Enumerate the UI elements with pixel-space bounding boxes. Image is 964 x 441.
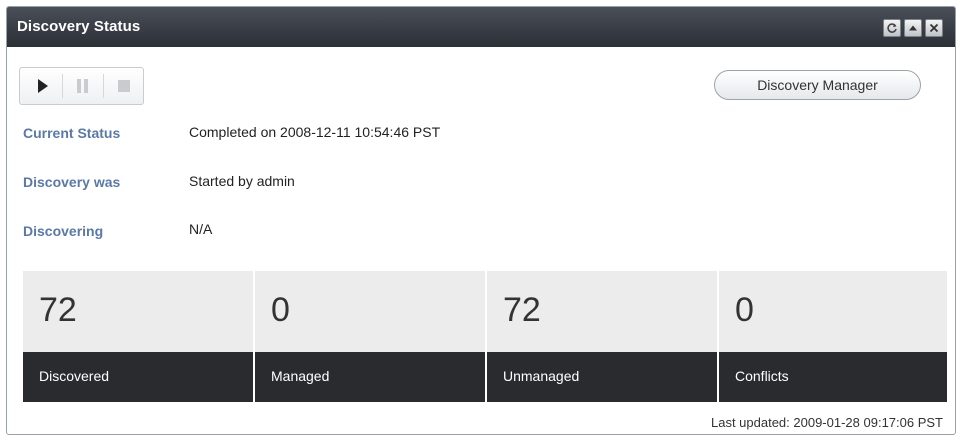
discovery-stats: 72 Discovered 0 Managed 72 Unmanaged 0 C… <box>23 271 947 402</box>
stop-button[interactable] <box>104 68 144 104</box>
stat-conflicts[interactable]: 0 Conflicts <box>719 271 947 402</box>
pause-icon <box>77 79 88 93</box>
stat-label: Discovered <box>39 368 110 384</box>
discovering-label: Discovering <box>23 223 104 239</box>
stat-label: Conflicts <box>735 368 789 384</box>
stat-value: 0 <box>735 291 754 329</box>
play-icon <box>38 79 48 93</box>
stat-managed[interactable]: 0 Managed <box>255 271 485 402</box>
current-status-label: Current Status <box>23 125 121 141</box>
panel-title-bar: Discovery Status <box>7 7 955 47</box>
discovery-was-label: Discovery was <box>23 174 121 190</box>
collapse-icon <box>909 25 917 31</box>
discovery-status-panel: Discovery Status Discovery Manager Curre… <box>6 6 956 435</box>
play-button[interactable] <box>22 68 62 104</box>
stat-value: 72 <box>39 291 77 329</box>
pause-button[interactable] <box>63 68 103 104</box>
discovery-was-value: Started by admin <box>189 173 295 189</box>
refresh-icon <box>887 23 897 33</box>
stat-label: Unmanaged <box>503 368 580 384</box>
close-icon <box>929 23 939 33</box>
last-updated-text: Last updated: 2009-01-28 09:17:06 PST <box>710 415 943 430</box>
current-status-value: Completed on 2008-12-11 10:54:46 PST <box>189 124 441 140</box>
stat-value: 0 <box>271 291 290 329</box>
discovering-value: N/A <box>189 221 213 237</box>
panel-title: Discovery Status <box>17 18 141 35</box>
stat-discovered[interactable]: 72 Discovered <box>23 271 253 402</box>
collapse-button[interactable] <box>904 19 922 37</box>
stat-value: 72 <box>503 291 541 329</box>
discovery-controls <box>19 67 144 105</box>
refresh-button[interactable] <box>883 19 901 37</box>
close-button[interactable] <box>925 19 943 37</box>
stat-label: Managed <box>271 368 330 384</box>
stat-unmanaged[interactable]: 72 Unmanaged <box>487 271 717 402</box>
discovery-manager-button[interactable]: Discovery Manager <box>714 70 921 100</box>
stop-icon <box>118 80 130 92</box>
